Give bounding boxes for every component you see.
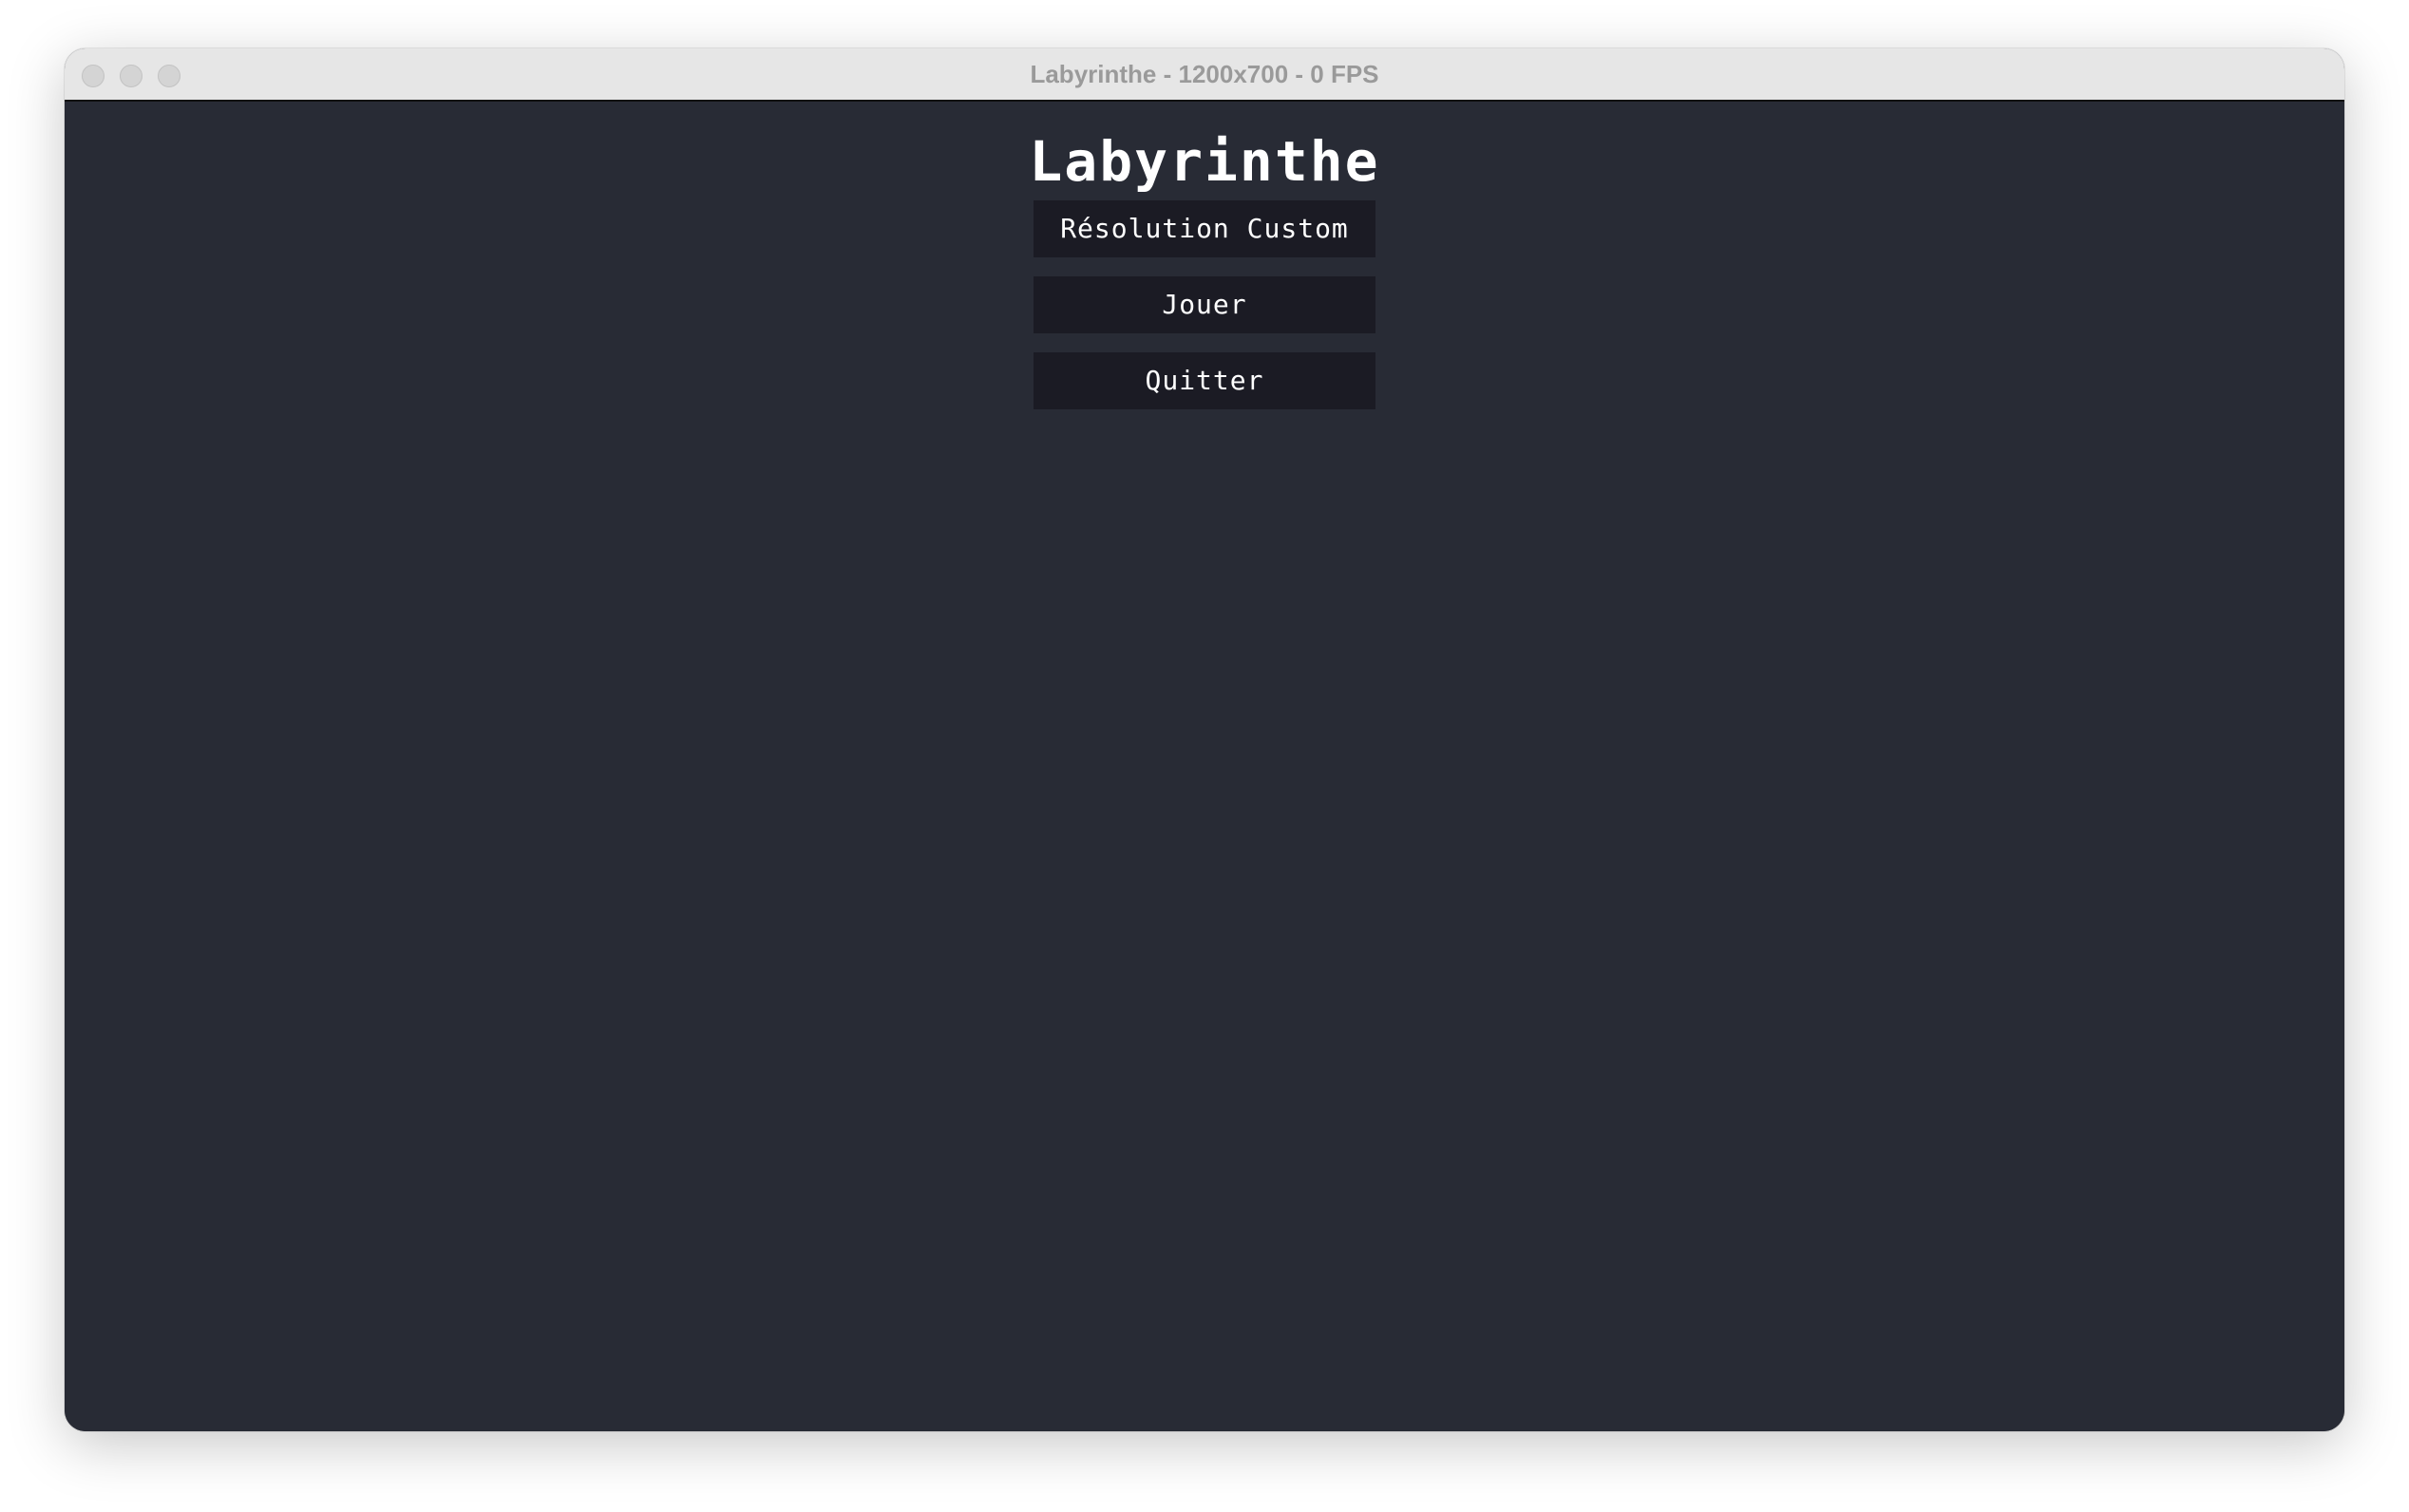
custom-resolution-button[interactable]: Résolution Custom xyxy=(1034,200,1375,257)
game-title: Labyrinthe xyxy=(1029,129,1380,194)
title-bar[interactable]: Labyrinthe - 1200x700 - 0 FPS xyxy=(65,48,2344,102)
play-button[interactable]: Jouer xyxy=(1034,276,1375,333)
quit-button[interactable]: Quitter xyxy=(1034,352,1375,409)
app-window: Labyrinthe - 1200x700 - 0 FPS Labyrinthe… xyxy=(65,48,2344,1431)
game-canvas: Labyrinthe Résolution Custom Jouer Quitt… xyxy=(65,102,2344,1431)
window-title: Labyrinthe - 1200x700 - 0 FPS xyxy=(1030,60,1379,88)
